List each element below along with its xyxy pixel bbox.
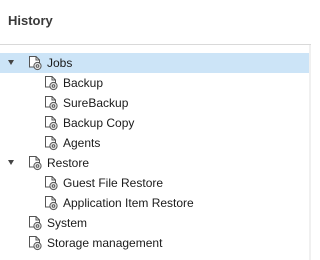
tree-item-label: Storage management (47, 236, 163, 250)
tree-item-guest-file-restore[interactable]: Guest File Restore (0, 173, 311, 193)
history-gear-document-icon (43, 175, 59, 191)
history-gear-document-icon (43, 95, 59, 111)
tree-item-label: SureBackup (63, 96, 129, 110)
history-gear-document-icon (43, 75, 59, 91)
history-gear-document-icon (43, 135, 59, 151)
pane-title: History (8, 13, 53, 28)
tree-item-label: Backup Copy (63, 116, 135, 130)
expanded-triangle-icon[interactable] (8, 160, 14, 165)
tree-item-label: Guest File Restore (63, 176, 164, 190)
tree-item-application-item-restore[interactable]: Application Item Restore (0, 193, 311, 213)
tree-item-agents[interactable]: Agents (0, 133, 311, 153)
tree-item-label: Agents (63, 136, 101, 150)
tree-item-restore[interactable]: Restore (0, 153, 311, 173)
tree-item-label: System (47, 216, 88, 230)
history-gear-document-icon (43, 115, 59, 131)
tree-item-backup[interactable]: Backup (0, 73, 311, 93)
pane-right-edge (309, 45, 311, 260)
tree-item-label: Jobs (47, 56, 73, 70)
title-divider (0, 44, 311, 45)
history-gear-document-icon (27, 55, 43, 71)
tree-item-storage-management[interactable]: Storage management (0, 233, 311, 253)
tree-item-surebackup[interactable]: SureBackup (0, 93, 311, 113)
tree-item-jobs[interactable]: Jobs (0, 53, 311, 73)
tree-item-label: Application Item Restore (63, 196, 194, 210)
history-gear-document-icon (27, 235, 43, 251)
history-gear-document-icon (43, 195, 59, 211)
history-tree: Jobs Backup SureBackup Backup Copy Agent… (0, 53, 311, 253)
expanded-triangle-icon[interactable] (8, 60, 14, 65)
tree-item-label: Backup (63, 76, 104, 90)
tree-item-label: Restore (47, 156, 90, 170)
history-gear-document-icon (27, 215, 43, 231)
tree-item-system[interactable]: System (0, 213, 311, 233)
tree-item-backup-copy[interactable]: Backup Copy (0, 113, 311, 133)
history-gear-document-icon (27, 155, 43, 171)
